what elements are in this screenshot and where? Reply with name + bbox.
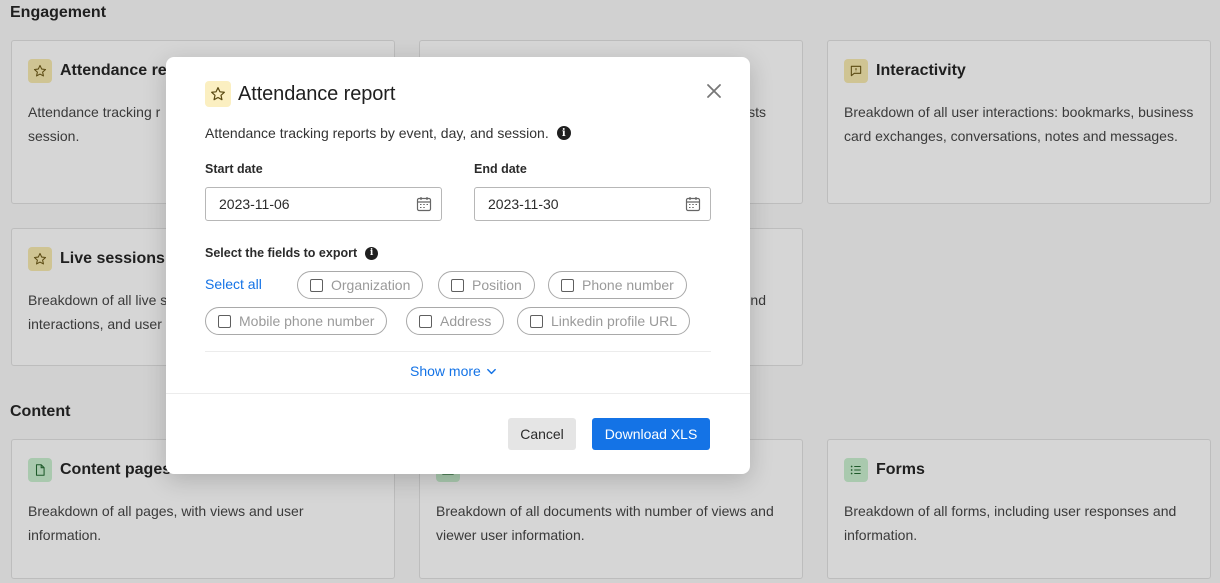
modal-title: Attendance report xyxy=(238,82,396,105)
card-title: Content pages xyxy=(60,461,172,478)
chevron-down-icon xyxy=(486,368,496,374)
end-date-value: 2023-11-30 xyxy=(488,196,559,212)
star-icon xyxy=(28,247,52,271)
fields-label-text: Select the fields to export xyxy=(205,246,358,260)
end-date-label: End date xyxy=(474,162,527,176)
info-icon[interactable]: i xyxy=(556,126,571,140)
download-xls-button[interactable]: Download XLS xyxy=(592,418,710,450)
field-chip-label: Mobile phone number xyxy=(239,313,375,329)
card-title: Attendance re xyxy=(60,62,167,79)
field-chip-label: Organization xyxy=(331,277,411,293)
checkbox[interactable] xyxy=(561,278,574,292)
calendar-icon[interactable] xyxy=(685,196,701,212)
field-chip-label: Position xyxy=(472,277,522,293)
footer-divider xyxy=(166,393,750,394)
checkbox[interactable] xyxy=(419,314,432,328)
close-icon[interactable] xyxy=(706,83,722,99)
card-title: Live sessions xyxy=(60,250,165,267)
show-more-link[interactable]: Show more xyxy=(410,363,497,379)
section-title-engagement: Engagement xyxy=(10,4,107,21)
select-all-link[interactable]: Select all xyxy=(205,276,262,292)
card-description: Breakdown of all pages, with views and u… xyxy=(28,503,304,543)
start-date-value: 2023-11-06 xyxy=(219,196,290,212)
document-icon xyxy=(28,458,52,482)
card-forms[interactable]: Forms Breakdown of all forms, including … xyxy=(827,439,1211,579)
card-description: Breakdown of all documents with number o… xyxy=(436,503,774,543)
divider xyxy=(205,351,711,352)
checkbox[interactable] xyxy=(530,314,543,328)
info-icon[interactable]: i xyxy=(365,246,379,260)
field-chip-label: Phone number xyxy=(582,277,674,293)
modal-description: Attendance tracking reports by event, da… xyxy=(205,125,571,141)
checkbox[interactable] xyxy=(310,278,323,292)
card-interactivity[interactable]: Interactivity Breakdown of all user inte… xyxy=(827,40,1211,204)
card-title: Forms xyxy=(876,461,925,478)
field-chip-phone-number[interactable]: Phone number xyxy=(548,271,687,299)
card-description: Breakdown of all user interactions: book… xyxy=(844,104,1194,144)
field-chip-address[interactable]: Address xyxy=(406,307,505,335)
show-more-label: Show more xyxy=(410,363,481,379)
modal-description-text: Attendance tracking reports by event, da… xyxy=(205,125,549,141)
start-date-label: Start date xyxy=(205,162,263,176)
end-date-input[interactable]: 2023-11-30 xyxy=(474,187,711,221)
attendance-report-modal: Attendance report Attendance tracking re… xyxy=(166,57,750,474)
card-title: Interactivity xyxy=(876,62,966,79)
checkbox[interactable] xyxy=(218,314,231,328)
fields-label: Select the fields to export i xyxy=(205,246,379,260)
field-chip-position[interactable]: Position xyxy=(438,271,535,299)
star-icon xyxy=(28,59,52,83)
start-date-input[interactable]: 2023-11-06 xyxy=(205,187,442,221)
star-icon xyxy=(205,81,231,107)
field-chip-organization[interactable]: Organization xyxy=(297,271,424,299)
field-chip-mobile-phone-number[interactable]: Mobile phone number xyxy=(205,307,388,335)
section-title-content: Content xyxy=(10,403,71,420)
field-chip-label: Linkedin profile URL xyxy=(551,313,678,329)
field-chip-label: Address xyxy=(440,313,492,329)
chat-icon xyxy=(844,59,868,83)
list-icon xyxy=(844,458,868,482)
card-description: Breakdown of all forms, including user r… xyxy=(844,503,1177,543)
checkbox[interactable] xyxy=(451,278,464,292)
cancel-button[interactable]: Cancel xyxy=(508,418,576,450)
calendar-icon[interactable] xyxy=(416,196,432,212)
field-chip-linkedin-profile-url[interactable]: Linkedin profile URL xyxy=(517,307,691,335)
